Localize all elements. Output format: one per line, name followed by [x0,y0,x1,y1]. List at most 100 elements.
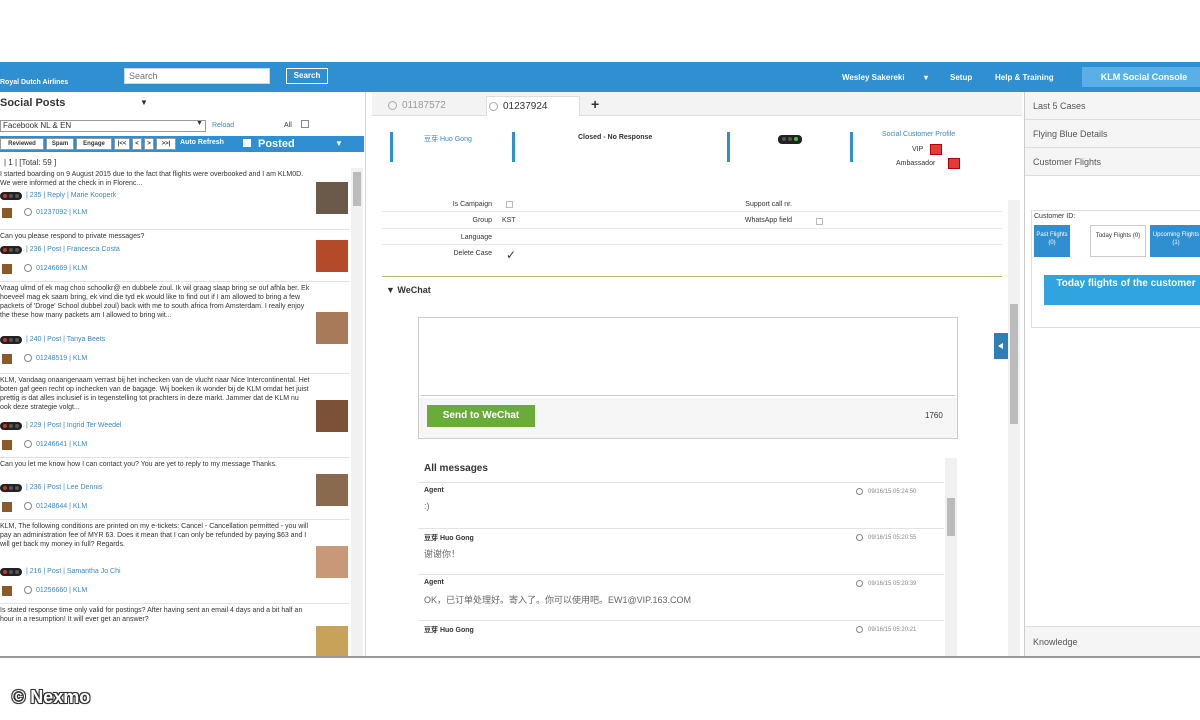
reload-link[interactable]: Reload [212,122,234,129]
chevron-down-icon[interactable]: ▼ [196,120,203,127]
search-button[interactable]: Search [286,68,328,84]
field-label: Is Campaign [452,201,492,208]
status-light-icon [0,336,22,344]
post-meta[interactable]: | 240 | Post | Tanya Beets [26,336,105,343]
avatar [316,474,348,506]
message-body: OK，已订单处理好。寄入了。你可以使用吧。EW1@VIP.163.COM [424,595,692,605]
help-link[interactable]: Help & Training [995,73,1054,82]
field-label: WhatsApp field [744,217,792,224]
case-link[interactable]: 01248519 | KLM [36,355,87,362]
post-meta[interactable]: | 236 | Post | Lee Dennis [26,484,102,491]
messages-scrollbar[interactable] [945,458,957,656]
accordion-last-cases[interactable]: Last 5 Cases [1025,92,1200,120]
collapse-arrow-icon[interactable]: ▼ [386,285,397,295]
last-page-button[interactable]: >>| [156,138,176,150]
prev-page-button[interactable]: < [132,138,142,150]
message-body: :) [424,501,430,511]
case-link[interactable]: 01237092 | KLM [36,209,87,216]
case-link[interactable]: 01256660 | KLM [36,587,87,594]
add-tab-icon[interactable]: + [591,96,599,112]
next-page-button[interactable]: > [144,138,154,150]
clock-icon [856,534,863,541]
posts-toolbar: Reviewed Spam Engage |<< < > >>| Auto Re… [0,136,364,152]
channel-select[interactable]: Facebook NL & EN [0,120,206,132]
scrollbar-thumb[interactable] [947,498,955,536]
vip-label: VIP [912,146,924,153]
social-profile-link[interactable]: Social Customer Profile [882,131,955,138]
list-item[interactable]: Vraag ulmd of ek mag choo schoolkr@ en d… [0,282,350,374]
avatar [316,240,348,272]
engage-button[interactable]: Engage [76,138,112,150]
posts-scrollbar[interactable] [351,168,363,656]
tab-today-flights[interactable]: Today Flights (0) [1090,225,1146,257]
ambassador-label: Ambassador [896,160,936,167]
section-title: WeChat [397,285,431,295]
post-meta[interactable]: | 229 | Post | Ingrid Ter Weedel [26,422,121,429]
user-menu[interactable]: Wesley Sakereki [842,73,905,82]
status-filter-select[interactable]: Posted [258,136,295,152]
case-status: Closed - No Response [578,134,653,141]
tab-case-1[interactable]: 01187572 [386,96,466,116]
list-item[interactable]: I started boarding on 9 August 2015 due … [0,168,350,230]
collapse-panel-button[interactable] [994,333,1008,359]
divider [512,132,515,162]
tab-case-2[interactable]: 01237924 [486,96,580,116]
tab-past-flights[interactable]: Past Flights (0) [1034,225,1070,257]
post-meta[interactable]: | 216 | Post | Samantha Jo Chi [26,568,121,575]
facebook-icon [2,502,12,512]
delete-case-check-icon[interactable]: ✓ [506,248,516,262]
avatar [316,182,348,214]
status-light-icon [0,246,22,254]
posts-list: I started boarding on 9 August 2015 due … [0,168,350,656]
center-scrollbar[interactable] [1008,200,1020,656]
vip-flag-icon [930,144,942,155]
case-link[interactable]: 01246641 | KLM [36,441,87,448]
chevron-down-icon[interactable]: ▼ [335,139,343,148]
send-to-wechat-button[interactable]: Send to WeChat [427,405,535,427]
field-label: Group [472,217,492,224]
scrollbar-thumb[interactable] [1010,304,1018,424]
clock-icon [856,626,863,633]
wechat-section-header[interactable]: ▼ WeChat [386,285,431,295]
scrollbar-thumb[interactable] [353,172,361,206]
reviewed-button[interactable]: Reviewed [0,138,44,150]
copyright-watermark: © Nexmo [12,687,91,707]
customer-name[interactable]: 豆芽 Huo Gong [424,134,472,144]
message-time: 09/16/15 05:20:21 [868,627,917,633]
list-item[interactable]: Is stated response time only valid for p… [0,604,350,656]
customer-flights-box: Customer ID: Past Flights (0) Today Flig… [1031,210,1200,328]
campaign-checkbox[interactable] [506,201,513,208]
setup-link[interactable]: Setup [950,73,972,82]
spam-button[interactable]: Spam [46,138,74,150]
list-item[interactable]: Can you please respond to private messag… [0,230,350,282]
case-link[interactable]: 01246669 | KLM [36,265,87,272]
status-light-icon [0,192,22,200]
case-link[interactable]: 01248644 | KLM [36,503,87,510]
whatsapp-checkbox[interactable] [816,218,823,225]
panel-menu-arrow-icon[interactable]: ▼ [140,98,148,107]
social-console-button[interactable]: KLM Social Console [1082,67,1200,87]
char-count: 1760 [925,411,943,420]
divider [382,228,1002,229]
message-sender: Agent [424,579,444,586]
message-textarea[interactable] [421,320,955,396]
list-item[interactable]: KLM, The following conditions are printe… [0,520,350,604]
first-page-button[interactable]: |<< [114,138,130,150]
panel-title: Social Posts [0,97,66,109]
message-sender: 豆芽 Huo Gong [424,627,474,634]
all-checkbox[interactable] [301,120,309,128]
top-bar: Royal Dutch Airlines Search Wesley Saker… [0,62,1200,92]
search-input[interactable] [124,68,270,84]
message-item: Agent :) 09/16/15 05:24:50 [418,482,944,528]
user-menu-arrow-icon[interactable]: ▾ [924,73,928,82]
accordion-flying-blue[interactable]: Flying Blue Details [1025,120,1200,148]
list-item[interactable]: KLM, Vandaag onaangenaam verrast bij het… [0,374,350,458]
tab-upcoming-flights[interactable]: Upcoming Flights (1) [1150,225,1200,257]
post-meta[interactable]: | 235 | Reply | Marie Kooperk [26,192,116,199]
post-meta[interactable]: | 236 | Post | Francesca Costa [26,246,120,253]
accordion-knowledge[interactable]: Knowledge [1025,626,1200,656]
list-item[interactable]: Can you let me know how I can contact yo… [0,458,350,520]
auto-refresh-checkbox[interactable] [243,139,251,147]
today-flights-button[interactable]: Today flights of the customer [1044,275,1200,305]
accordion-customer-flights[interactable]: Customer Flights [1025,148,1200,176]
